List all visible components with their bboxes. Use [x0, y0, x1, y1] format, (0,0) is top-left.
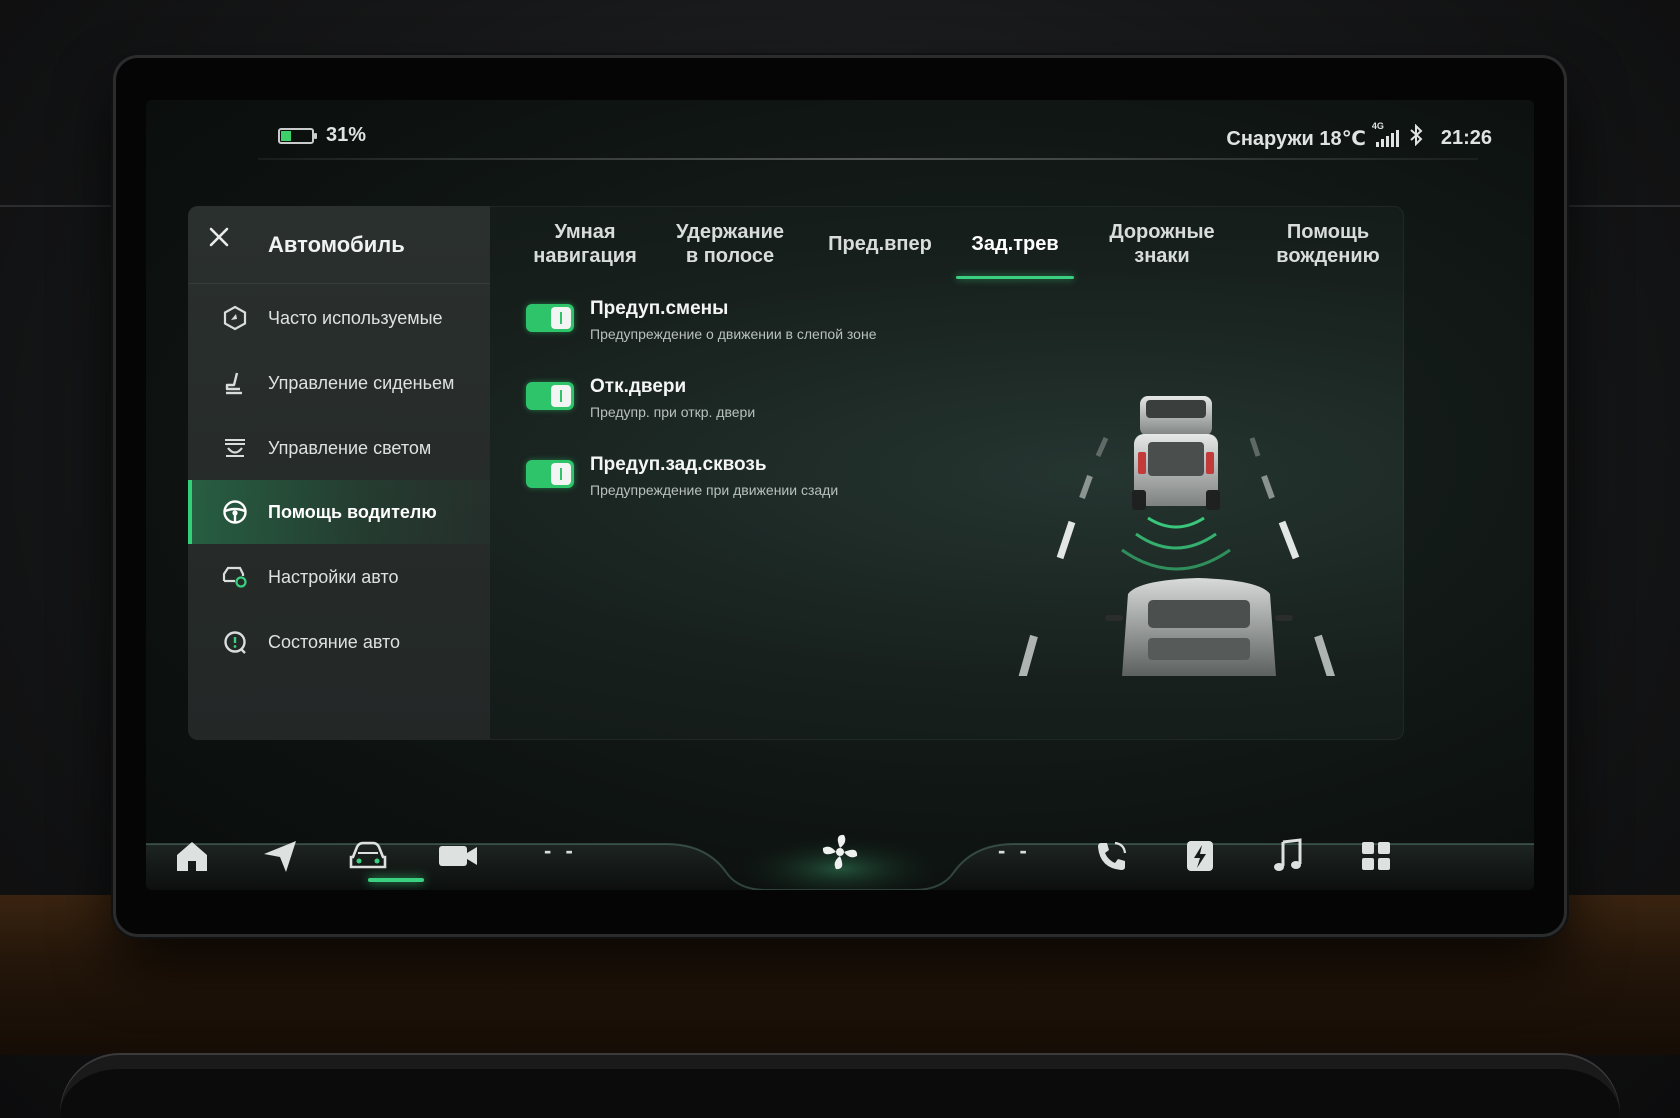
rear-cross-toggle[interactable]	[526, 460, 574, 488]
setting-title: Предуп.смены	[590, 298, 729, 319]
left-temperature[interactable]: - -	[544, 838, 577, 864]
clock: 21:26	[1440, 126, 1492, 149]
status-bar: 31% Снаружи 18℃ 4G 21:26	[146, 100, 1534, 162]
air-vent	[60, 1055, 1620, 1118]
close-icon[interactable]	[208, 224, 230, 255]
lane-change-toggle[interactable]	[526, 304, 574, 332]
active-dock-indicator	[368, 878, 424, 882]
bottom-dock: - - - -	[146, 780, 1534, 890]
toggle-knob	[551, 385, 571, 407]
sidebar: Автомобиль Часто используемые Управление…	[188, 206, 490, 740]
signal-icon: 4G	[1372, 121, 1399, 147]
status-divider	[258, 158, 1478, 160]
sidebar-item-label: Часто используемые	[268, 307, 443, 328]
setting-lane-change-warning: Предуп.смены Предупреждение о движении в…	[526, 298, 876, 342]
toggle-knob	[551, 307, 571, 329]
network-type: 4G	[1371, 121, 1384, 131]
tab-smart-navigation[interactable]: Умная навигация	[520, 220, 650, 268]
right-temperature[interactable]: - -	[998, 838, 1031, 864]
setting-subtitle: Предупр. при откр. двери	[590, 404, 756, 420]
battery-icon	[278, 128, 317, 144]
tab-rear-warning[interactable]: Зад.трев	[956, 232, 1074, 256]
setting-title: Предуп.зад.сквозь	[590, 454, 767, 475]
sidebar-item-label: Помощь водителю	[268, 501, 437, 522]
active-tab-indicator	[956, 276, 1074, 279]
seat-icon	[220, 368, 250, 398]
home-icon[interactable]	[170, 836, 214, 876]
car-icon[interactable]	[346, 836, 390, 876]
steering-wheel-icon	[220, 497, 250, 527]
rear-warning-illustration	[1018, 396, 1335, 676]
toggle-knob	[551, 463, 571, 485]
setting-door-open-warning: Отк.двери Предупр. при откр. двери	[526, 376, 755, 420]
tab-driving-assist[interactable]: Помощь вождению	[1252, 220, 1404, 268]
navigation-icon[interactable]	[258, 836, 302, 876]
sidebar-item-label: Настройки авто	[268, 566, 399, 587]
battery-percent: 31%	[326, 124, 367, 146]
setting-subtitle: Предупреждение о движении в слепой зоне	[590, 326, 877, 342]
tab-bar: Умная навигация Удержание в полосе Пред.…	[490, 206, 1404, 288]
sidebar-header: Автомобиль	[188, 206, 490, 284]
camera-icon[interactable]	[436, 836, 480, 876]
phone-icon[interactable]	[1090, 836, 1134, 876]
car-status-icon	[220, 627, 250, 657]
status-right: Снаружи 18℃ 4G 21:26	[1226, 121, 1492, 152]
infotainment-screen: 31% Снаружи 18℃ 4G 21:26 Автомобиль Част…	[146, 100, 1534, 890]
fan-icon[interactable]	[818, 830, 862, 874]
setting-title: Отк.двери	[590, 376, 687, 397]
charging-icon[interactable]	[1178, 836, 1222, 876]
headlight-icon	[220, 433, 250, 463]
sidebar-item-label: Управление светом	[268, 437, 432, 458]
sidebar-item-label: Управление сиденьем	[268, 372, 455, 393]
tab-traffic-signs[interactable]: Дорожные знаки	[1094, 220, 1230, 268]
tab-forward-warning[interactable]: Пред.впер	[810, 232, 950, 256]
vehicle-settings-panel: Автомобиль Часто используемые Управление…	[188, 206, 1404, 740]
car-settings-icon	[220, 562, 250, 592]
sidebar-item-light[interactable]: Управление светом	[188, 416, 490, 480]
battery-level	[281, 131, 291, 141]
sidebar-title: Автомобиль	[268, 232, 405, 257]
tab-lane-keeping[interactable]: Удержание в полосе	[662, 220, 798, 268]
hexagon-icon	[220, 303, 250, 333]
setting-subtitle: Предупреждение при движении сзади	[590, 482, 839, 498]
sidebar-item-seat[interactable]: Управление сиденьем	[188, 351, 490, 415]
setting-rear-cross-traffic: Предуп.зад.сквозь Предупреждение при дви…	[526, 454, 838, 498]
sidebar-item-frequent[interactable]: Часто используемые	[188, 286, 490, 350]
sidebar-item-car-status[interactable]: Состояние авто	[188, 610, 490, 674]
outside-temperature: Снаружи 18℃	[1226, 127, 1366, 150]
bluetooth-icon	[1409, 123, 1423, 152]
sidebar-item-car-settings[interactable]: Настройки авто	[188, 545, 490, 609]
sidebar-item-driver-assist[interactable]: Помощь водителю	[188, 480, 490, 544]
sidebar-item-label: Состояние авто	[268, 631, 401, 652]
apps-icon[interactable]	[1354, 836, 1398, 876]
door-open-toggle[interactable]	[526, 382, 574, 410]
music-icon[interactable]	[1266, 836, 1310, 876]
